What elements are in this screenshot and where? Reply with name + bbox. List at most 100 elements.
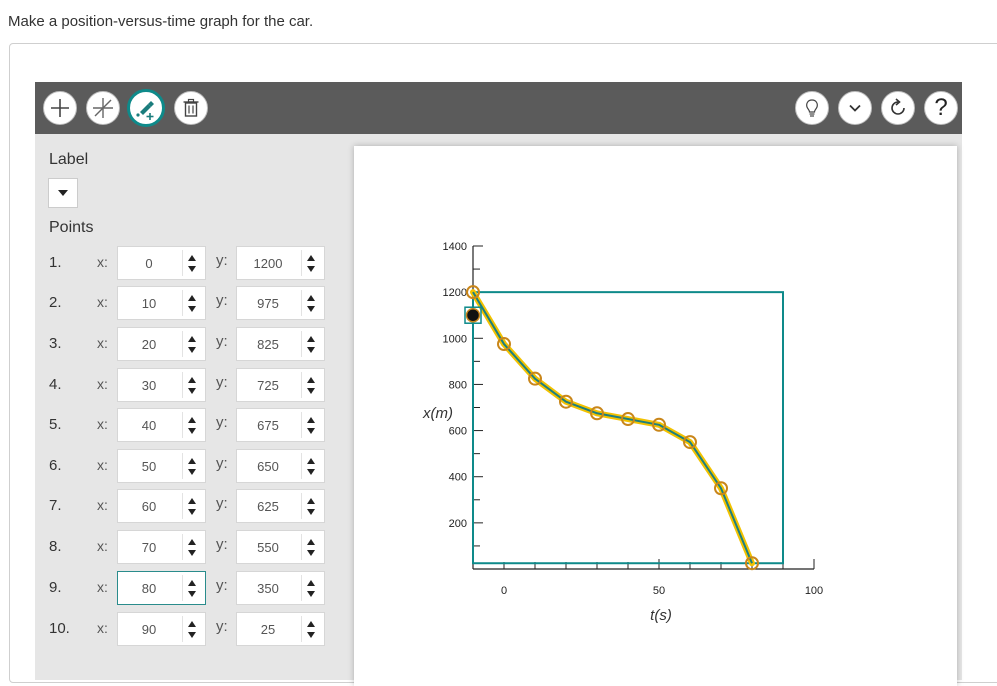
x-value-stepper[interactable] [182,453,202,479]
y-value-input[interactable]: 25 [236,612,325,646]
x-value-stepper[interactable] [182,372,202,398]
x-value-input[interactable]: 20 [117,327,206,361]
y-value-input[interactable]: 675 [236,408,325,442]
y-value-stepper[interactable] [301,534,321,560]
decrement-icon[interactable] [188,550,196,556]
x-value-stepper[interactable] [182,493,202,519]
x-value-input[interactable]: 10 [117,286,206,320]
more-options-button[interactable] [838,91,872,125]
y-value-stepper[interactable] [301,453,321,479]
increment-icon[interactable] [307,417,315,423]
decrement-icon[interactable] [307,347,315,353]
y-value-stepper[interactable] [301,575,321,601]
increment-icon[interactable] [307,580,315,586]
increment-icon[interactable] [307,336,315,342]
increment-icon[interactable] [307,621,315,627]
graph-canvas[interactable]: 200 400 600 800 1000 1200 1400 0 50 100 x(m) t(s) [354,146,957,686]
points-heading: Points [49,219,94,236]
increment-icon[interactable] [307,498,315,504]
x-field-label: x: [97,620,108,636]
decrement-icon[interactable] [307,591,315,597]
increment-icon[interactable] [188,580,196,586]
decrement-icon[interactable] [188,632,196,638]
help-button[interactable]: ? [924,91,958,125]
x-value-input[interactable]: 80 [117,571,206,605]
hint-button[interactable] [795,91,829,125]
increment-icon[interactable] [188,458,196,464]
x-value-input[interactable]: 40 [117,408,206,442]
increment-icon[interactable] [188,336,196,342]
y-value-input[interactable]: 650 [236,449,325,483]
decrement-icon[interactable] [307,428,315,434]
increment-icon[interactable] [307,295,315,301]
series-line-outline [470,289,755,567]
draw-line-button[interactable] [127,89,165,127]
point-row: 6. x: 50 y: 650 [35,449,350,483]
x-value: 30 [141,377,157,393]
y-value-input[interactable]: 350 [236,571,325,605]
y-value-input[interactable]: 1200 [236,246,325,280]
position-time-chart[interactable]: 200 400 600 800 1000 1200 1400 0 50 100 x(m) t(s) [354,146,957,680]
y-value-stepper[interactable] [301,372,321,398]
increment-icon[interactable] [188,621,196,627]
increment-icon[interactable] [307,377,315,383]
delete-point-button[interactable] [86,91,120,125]
y-value-input[interactable]: 975 [236,286,325,320]
decrement-icon[interactable] [188,388,196,394]
x-value-input[interactable]: 70 [117,530,206,564]
y-value-input[interactable]: 550 [236,530,325,564]
x-value-stepper[interactable] [182,534,202,560]
increment-icon[interactable] [188,377,196,383]
add-point-icon [51,99,69,117]
x-value: 0 [145,255,153,271]
reset-button[interactable] [881,91,915,125]
x-value-stepper[interactable] [182,575,202,601]
increment-icon[interactable] [307,458,315,464]
decrement-icon[interactable] [307,550,315,556]
x-value-stepper[interactable] [182,250,202,276]
x-value-input[interactable]: 30 [117,368,206,402]
decrement-icon[interactable] [188,428,196,434]
y-value-stepper[interactable] [301,412,321,438]
trash-button[interactable] [174,91,208,125]
y-value-stepper[interactable] [301,290,321,316]
x-value-stepper[interactable] [182,331,202,357]
x-value-stepper[interactable] [182,616,202,642]
x-value-stepper[interactable] [182,290,202,316]
decrement-icon[interactable] [307,388,315,394]
increment-icon[interactable] [307,539,315,545]
decrement-icon[interactable] [188,347,196,353]
increment-icon[interactable] [188,539,196,545]
x-value-input[interactable]: 50 [117,449,206,483]
decrement-icon[interactable] [188,469,196,475]
y-value-stepper[interactable] [301,616,321,642]
y-value-stepper[interactable] [301,331,321,357]
y-value-input[interactable]: 625 [236,489,325,523]
x-value-stepper[interactable] [182,412,202,438]
decrement-icon[interactable] [307,632,315,638]
decrement-icon[interactable] [307,266,315,272]
x-value-input[interactable]: 90 [117,612,206,646]
y-value-stepper[interactable] [301,493,321,519]
x-value-input[interactable]: 0 [117,246,206,280]
y-value-input[interactable]: 825 [236,327,325,361]
y-value-input[interactable]: 725 [236,368,325,402]
increment-icon[interactable] [188,417,196,423]
increment-icon[interactable] [307,255,315,261]
y-value-stepper[interactable] [301,250,321,276]
point-index: 7. [49,497,62,514]
increment-icon[interactable] [188,498,196,504]
increment-icon[interactable] [188,255,196,261]
decrement-icon[interactable] [307,469,315,475]
y-value: 25 [260,621,276,637]
add-point-button[interactable] [43,91,77,125]
label-dropdown[interactable] [48,178,78,208]
decrement-icon[interactable] [188,306,196,312]
decrement-icon[interactable] [188,591,196,597]
x-value-input[interactable]: 60 [117,489,206,523]
decrement-icon[interactable] [307,306,315,312]
decrement-icon[interactable] [188,266,196,272]
decrement-icon[interactable] [307,509,315,515]
increment-icon[interactable] [188,295,196,301]
decrement-icon[interactable] [188,509,196,515]
